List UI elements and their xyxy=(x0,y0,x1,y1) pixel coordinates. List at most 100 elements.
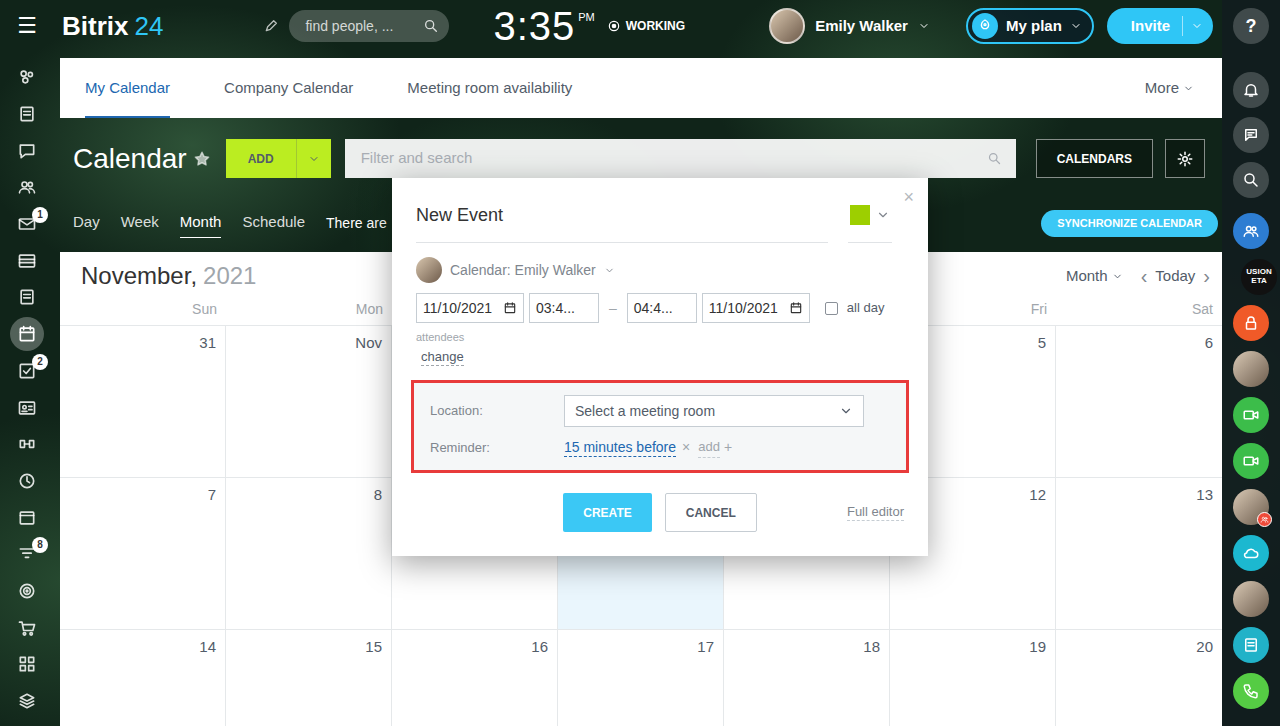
day-cell[interactable]: 18 xyxy=(724,630,890,726)
sidebar-item[interactable] xyxy=(0,96,60,133)
full-editor-link[interactable]: Full editor xyxy=(847,504,904,521)
owner-avatar xyxy=(416,257,442,283)
sidebar-item[interactable] xyxy=(0,242,60,279)
sidebar-app[interactable] xyxy=(1233,627,1269,663)
sidebar-app[interactable] xyxy=(1233,397,1269,433)
day-cell[interactable]: 16 xyxy=(392,630,558,726)
day-cell[interactable]: 8 xyxy=(226,478,392,630)
invite-dropdown[interactable] xyxy=(1182,16,1203,36)
all-day-checkbox[interactable] xyxy=(825,302,838,315)
app-circle xyxy=(1233,213,1269,249)
time-separator: – xyxy=(604,298,622,319)
day-cell[interactable]: 20 xyxy=(1056,630,1222,726)
end-date-field[interactable]: 11/10/2021 xyxy=(702,293,810,323)
color-picker[interactable] xyxy=(848,190,892,243)
sidebar-app[interactable] xyxy=(1233,535,1269,571)
start-date-field[interactable]: 11/10/2021 xyxy=(416,293,524,323)
work-status[interactable]: WORKING xyxy=(607,17,685,35)
new-event-popup: New Event × Calendar: Emily Walker 11/10/20… xyxy=(392,178,928,556)
day-cell[interactable]: 15 xyxy=(226,630,392,726)
chevron-down-icon xyxy=(604,265,615,276)
sidebar-app[interactable] xyxy=(1233,443,1269,479)
previous-button[interactable]: ‹ xyxy=(1141,266,1148,286)
day-cell[interactable]: 6 xyxy=(1056,326,1222,478)
event-title[interactable]: New Event xyxy=(416,190,828,243)
plan-button[interactable]: My plan xyxy=(966,8,1094,44)
invite-button[interactable]: Invite xyxy=(1107,8,1213,44)
next-button[interactable]: › xyxy=(1203,266,1210,286)
sidebar-item[interactable] xyxy=(0,132,60,169)
view-option[interactable]: Schedule xyxy=(242,208,305,238)
all-day-label[interactable]: all day xyxy=(847,298,885,318)
people-search-input[interactable] xyxy=(305,16,423,37)
logo[interactable]: Bitrix24 xyxy=(62,13,163,39)
sidebar-avatar[interactable] xyxy=(1233,351,1269,387)
sidebar-item[interactable] xyxy=(0,169,60,206)
calendar-tab[interactable]: Meeting room availability xyxy=(407,58,572,118)
view-option[interactable]: Day xyxy=(73,208,100,238)
reminder-add-plus[interactable]: + xyxy=(724,437,732,458)
sidebar-tool[interactable]: ? xyxy=(1233,8,1269,44)
day-cell[interactable]: Nov xyxy=(226,326,392,478)
settings-button[interactable] xyxy=(1165,139,1205,178)
sidebar-app[interactable] xyxy=(1233,305,1269,341)
filter-input[interactable] xyxy=(361,147,987,170)
view-option[interactable]: Week xyxy=(121,208,159,238)
sidebar-item[interactable] xyxy=(0,426,60,463)
end-time-field[interactable]: 04:4... xyxy=(627,293,697,323)
sidebar-item[interactable]: 8 xyxy=(0,536,60,573)
cancel-button[interactable]: CANCEL xyxy=(665,493,757,532)
view-option[interactable]: Month xyxy=(180,208,222,238)
sidebar-counter: 8 xyxy=(32,537,48,553)
day-cell[interactable]: 19 xyxy=(890,630,1056,726)
start-time-field[interactable]: 03:4... xyxy=(529,293,599,323)
add-button[interactable]: ADD xyxy=(226,139,296,178)
sidebar-item[interactable] xyxy=(0,609,60,646)
more-menu[interactable]: More xyxy=(1145,58,1194,118)
sidebar-item[interactable]: 1 xyxy=(0,206,60,243)
clock[interactable]: 3:35PM xyxy=(493,6,594,46)
view-select[interactable]: Month xyxy=(1066,265,1123,288)
day-cell[interactable]: 13 xyxy=(1056,478,1222,630)
day-cell[interactable]: 14 xyxy=(60,630,226,726)
sidebar-item[interactable] xyxy=(0,389,60,426)
create-button[interactable]: CREATE xyxy=(563,493,651,532)
user-menu[interactable]: Emily Walker xyxy=(769,8,930,44)
sidebar-item[interactable] xyxy=(0,683,60,720)
calendar-tab[interactable]: My Calendar xyxy=(85,58,170,118)
sidebar-avatar[interactable] xyxy=(1233,581,1269,617)
close-button[interactable]: × xyxy=(903,188,914,206)
sidebar-item[interactable] xyxy=(0,499,60,536)
today-button[interactable]: Today xyxy=(1155,265,1195,288)
day-cell[interactable]: 7 xyxy=(60,478,226,630)
calendar-select[interactable]: Calendar: Emily Walker xyxy=(416,257,904,283)
reminder-add[interactable]: add xyxy=(698,437,720,458)
sidebar-item[interactable] xyxy=(0,316,60,353)
sync-button[interactable]: SYNCHRONIZE CALENDAR xyxy=(1041,210,1218,237)
location-select[interactable]: Select a meeting room xyxy=(564,395,864,427)
sidebar-item[interactable] xyxy=(0,646,60,683)
add-dropdown[interactable] xyxy=(296,139,331,178)
sidebar-item[interactable] xyxy=(0,59,60,96)
menu-button[interactable]: ☰ xyxy=(0,15,54,37)
day-cell[interactable]: 31 xyxy=(60,326,226,478)
sidebar-item[interactable] xyxy=(0,573,60,610)
calendars-button[interactable]: CALENDARS xyxy=(1036,139,1153,178)
sidebar-tool[interactable] xyxy=(1233,162,1269,198)
reminder-value[interactable]: 15 minutes before xyxy=(564,439,676,457)
sidebar-tool[interactable] xyxy=(1233,72,1269,108)
sidebar-app[interactable] xyxy=(1233,213,1269,249)
sidebar-app[interactable] xyxy=(1233,673,1269,709)
sidebar-avatar[interactable] xyxy=(1233,489,1269,525)
right-sidebar: ? USIONETA xyxy=(1222,0,1280,726)
day-cell[interactable]: 17 xyxy=(558,630,724,726)
calendar-tab[interactable]: Company Calendar xyxy=(224,58,353,118)
sidebar-logo[interactable]: USIONETA xyxy=(1233,259,1269,295)
sidebar-item[interactable] xyxy=(0,463,60,500)
sidebar-item[interactable]: 2 xyxy=(0,353,60,390)
sidebar-item[interactable] xyxy=(0,279,60,316)
attendees-change-link[interactable]: change xyxy=(421,349,464,366)
reminder-remove[interactable]: × xyxy=(682,437,690,458)
sidebar-tool[interactable] xyxy=(1233,117,1269,153)
chevron-down-icon xyxy=(1191,20,1203,32)
